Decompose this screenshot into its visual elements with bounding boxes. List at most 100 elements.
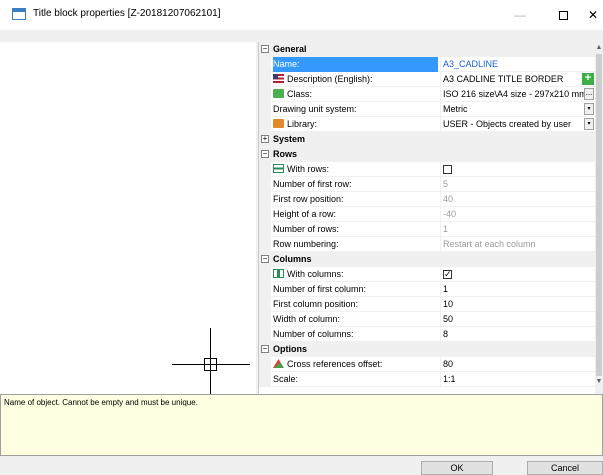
property-label: With rows:: [273, 162, 438, 177]
collapse-icon[interactable]: −: [261, 255, 269, 263]
browse-class-button[interactable]: ...: [584, 88, 594, 100]
library-select[interactable]: USER - Objects created by user ▾: [440, 117, 596, 132]
property-label: Number of first column:: [273, 284, 367, 294]
collapse-icon[interactable]: −: [261, 45, 269, 53]
category-label: Options: [273, 344, 307, 354]
property-row-column-width[interactable]: Width of column: 50: [259, 312, 596, 327]
columns-icon: [273, 269, 284, 278]
cross-reference-icon: [273, 359, 284, 368]
first-row-position-value: 40: [440, 192, 596, 207]
class-value[interactable]: ISO 216 size\A4 size - 297x210 mm...: [440, 87, 596, 102]
column-count-value[interactable]: 8: [440, 327, 596, 342]
category-rows[interactable]: − Rows: [259, 147, 596, 162]
property-label: Row numbering:: [273, 239, 339, 249]
property-row-first-row-number[interactable]: Number of first row: 5: [259, 177, 596, 192]
dialog-window: Title block properties [Z-20181207062101…: [0, 0, 603, 475]
category-options[interactable]: − Options: [259, 342, 596, 357]
row-count-value: 1: [440, 222, 596, 237]
preview-canvas[interactable]: [0, 42, 256, 404]
column-width-value[interactable]: 50: [440, 312, 596, 327]
with-rows-value: [440, 162, 596, 177]
first-column-number-value[interactable]: 1: [440, 282, 596, 297]
collapse-icon[interactable]: −: [261, 150, 269, 158]
property-label: Drawing unit system:: [273, 104, 357, 114]
maximize-icon: [558, 11, 568, 21]
category-system[interactable]: + System: [259, 132, 596, 147]
xref-offset-value[interactable]: 80: [440, 357, 596, 372]
category-columns[interactable]: − Columns: [259, 252, 596, 267]
row-numbering-value: Restart at each column: [440, 237, 596, 252]
property-grid[interactable]: − General Name: A3_CADLINE Description (…: [258, 42, 596, 394]
window-title: Title block properties [Z-20181207062101…: [33, 8, 221, 19]
property-label: Description (English):: [273, 72, 438, 87]
property-row-first-column-position[interactable]: First column position: 10: [259, 297, 596, 312]
scale-value[interactable]: 1:1: [440, 372, 596, 387]
maximize-button[interactable]: [543, 0, 583, 30]
property-label: Class:: [273, 87, 438, 102]
property-row-units[interactable]: Drawing unit system: Metric ▾: [259, 102, 596, 117]
property-label: With columns:: [273, 267, 438, 282]
property-row-name[interactable]: Name: A3_CADLINE: [259, 57, 596, 72]
property-row-column-count[interactable]: Number of columns: 8: [259, 327, 596, 342]
property-row-first-column-number[interactable]: Number of first column: 1: [259, 282, 596, 297]
property-description-panel: Name of object. Cannot be empty and must…: [0, 394, 603, 456]
property-row-description[interactable]: Description (English): A3 CADLINE TITLE …: [259, 72, 596, 87]
rows-icon: [273, 164, 284, 173]
description-value[interactable]: A3 CADLINE TITLE BORDER +: [440, 72, 596, 87]
ok-button[interactable]: OK: [421, 461, 493, 475]
category-label: System: [273, 134, 306, 144]
property-row-scale[interactable]: Scale: 1:1: [259, 372, 596, 387]
add-translation-button[interactable]: +: [582, 73, 594, 85]
window-icon: [12, 8, 26, 20]
minimize-button[interactable]: —: [500, 0, 540, 30]
title-bar: Title block properties [Z-20181207062101…: [0, 0, 603, 30]
cancel-button[interactable]: Cancel: [527, 461, 603, 475]
property-row-class[interactable]: Class: ISO 216 size\A4 size - 297x210 mm…: [259, 87, 596, 102]
property-label: Library:: [273, 117, 438, 132]
category-label: Columns: [273, 254, 312, 264]
property-label: Width of column:: [273, 314, 341, 324]
name-value[interactable]: A3_CADLINE: [440, 57, 596, 72]
with-columns-checkbox[interactable]: ✓: [443, 270, 452, 280]
property-label: Name:: [273, 57, 438, 72]
property-label: Number of first row:: [273, 179, 352, 189]
category-label: General: [273, 44, 307, 54]
grid-scrollbar[interactable]: ▲ ▼: [595, 42, 603, 394]
property-label: First row position:: [273, 194, 344, 204]
with-columns-value: ✓: [440, 267, 596, 282]
category-label: Rows: [273, 149, 298, 159]
property-row-row-height[interactable]: Height of a row: -40: [259, 207, 596, 222]
property-row-row-numbering[interactable]: Row numbering: Restart at each column: [259, 237, 596, 252]
collapse-icon[interactable]: −: [261, 345, 269, 353]
with-rows-checkbox[interactable]: [443, 165, 452, 175]
scroll-down-arrow-icon[interactable]: ▼: [595, 378, 603, 386]
first-row-number-value: 5: [440, 177, 596, 192]
property-label: Scale:: [273, 374, 299, 384]
chevron-down-icon[interactable]: ▾: [584, 103, 594, 115]
us-flag-icon: [273, 74, 284, 83]
property-label: Cross references offset:: [273, 357, 438, 372]
property-label: Height of a row:: [273, 209, 337, 219]
property-label: Number of columns:: [273, 329, 354, 339]
expand-icon[interactable]: +: [261, 135, 269, 143]
property-label: First column position:: [273, 299, 359, 309]
close-button[interactable]: ✕: [583, 0, 603, 30]
crosshair-pickbox: [204, 358, 217, 371]
first-column-position-value[interactable]: 10: [440, 297, 596, 312]
property-label: Number of rows:: [273, 224, 340, 234]
chevron-down-icon[interactable]: ▾: [584, 118, 594, 130]
library-icon: [273, 119, 284, 128]
scroll-up-arrow-icon[interactable]: ▲: [595, 44, 603, 52]
class-icon: [273, 89, 284, 98]
property-row-xref-offset[interactable]: Cross references offset: 80: [259, 357, 596, 372]
property-row-with-columns[interactable]: With columns: ✓: [259, 267, 596, 282]
units-select[interactable]: Metric ▾: [440, 102, 596, 117]
property-row-library[interactable]: Library: USER - Objects created by user ▾: [259, 117, 596, 132]
row-height-value: -40: [440, 207, 596, 222]
property-row-with-rows[interactable]: With rows:: [259, 162, 596, 177]
scroll-thumb[interactable]: [596, 54, 602, 376]
property-description-text: Name of object. Cannot be empty and must…: [4, 398, 198, 407]
property-row-row-count[interactable]: Number of rows: 1: [259, 222, 596, 237]
category-general[interactable]: − General: [259, 42, 596, 57]
property-row-first-row-position[interactable]: First row position: 40: [259, 192, 596, 207]
